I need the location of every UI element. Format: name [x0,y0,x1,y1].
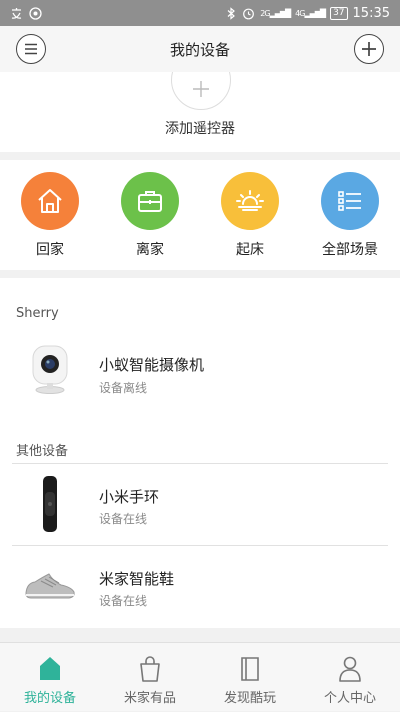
battery-icon: 37 [330,6,348,20]
scene-label: 全部场景 [322,242,378,258]
tab-discover[interactable]: 发现酷玩 [200,643,300,712]
scene-home-circle [21,172,79,230]
status-bar: 2G▂▄▆█ 4G▂▄▆█ 37 15:35 [0,0,400,26]
tab-label: 发现酷玩 [223,691,276,706]
device-name: 小米手环 [99,488,160,506]
shoe-icon [20,556,80,616]
device-status: 设备离线 [99,381,148,395]
tab-profile[interactable]: 个人中心 [300,643,400,712]
scene-label: 离家 [136,242,164,258]
menu-button[interactable] [16,34,46,64]
device-name: 米家智能鞋 [99,570,175,588]
scene-label: 起床 [236,242,264,258]
alarm-icon [242,7,255,20]
scene-leave-home[interactable]: 离家 [110,172,190,259]
group-label-sherry: Sherry [16,306,59,321]
add-device-button[interactable] [354,34,384,64]
group-label-other: 其他设备 [16,444,69,459]
network-type-1: 2G [260,8,270,18]
page-title: 我的设备 [169,40,230,59]
menu-icon [25,43,37,55]
device-status: 设备在线 [99,594,148,608]
device-item-band[interactable]: 小米手环 设备在线 [0,464,400,544]
device-status: 设备在线 [99,512,148,526]
plus-icon [193,81,209,97]
notification-icon [10,7,23,20]
tab-label: 我的设备 [23,691,76,706]
scene-wake-up[interactable]: 起床 [210,172,290,259]
sunrise-icon [236,190,264,211]
briefcase-icon [138,191,162,212]
scene-label: 回家 [36,242,64,258]
plus-icon [362,42,376,56]
camera-icon [20,340,80,400]
scene-leave-circle [121,172,179,230]
home-filled-icon [40,657,60,680]
bottom-nav: 我的设备 米家有品 发现酷玩 个人中心 [0,642,400,711]
shopping-bag-icon [140,656,160,682]
device-list: Sherry 小蚁智能摄像机 设备离线 其他设备 小米手环 设备在线 米家智能鞋… [0,278,400,628]
tab-youpin[interactable]: 米家有品 [100,643,200,712]
signal-icon-1: 2G▂▄▆█ [260,8,291,18]
app-header: 我的设备 [0,26,400,72]
scene-wake-circle [221,172,279,230]
signal-icon-2: 4G▂▄▆█ [295,8,326,18]
add-remote-label: 添加遥控器 [165,121,235,137]
book-icon [241,657,259,681]
scene-all-circle [321,172,379,230]
scene-shortcuts: 回家 离家 起床 全部场景 [0,160,400,270]
device-name: 小蚁智能摄像机 [99,356,205,374]
person-icon [339,656,361,682]
list-icon [338,191,361,211]
device-item-camera[interactable]: 小蚁智能摄像机 设备离线 [0,334,400,414]
scene-all[interactable]: 全部场景 [310,172,390,259]
home-icon [38,189,62,213]
tab-label: 个人中心 [323,691,376,706]
status-time: 15:35 [352,5,390,21]
add-remote-button[interactable] [171,72,231,110]
tab-label: 米家有品 [123,691,176,706]
add-remote-section: 添加遥控器 [0,72,400,152]
bluetooth-icon [224,6,237,20]
band-icon [20,474,80,534]
device-item-shoe[interactable]: 米家智能鞋 设备在线 [0,546,400,626]
tab-my-devices[interactable]: 我的设备 [0,643,100,712]
app-notification-icon [29,6,42,20]
scene-home[interactable]: 回家 [10,172,90,259]
network-type-2: 4G [295,8,305,18]
